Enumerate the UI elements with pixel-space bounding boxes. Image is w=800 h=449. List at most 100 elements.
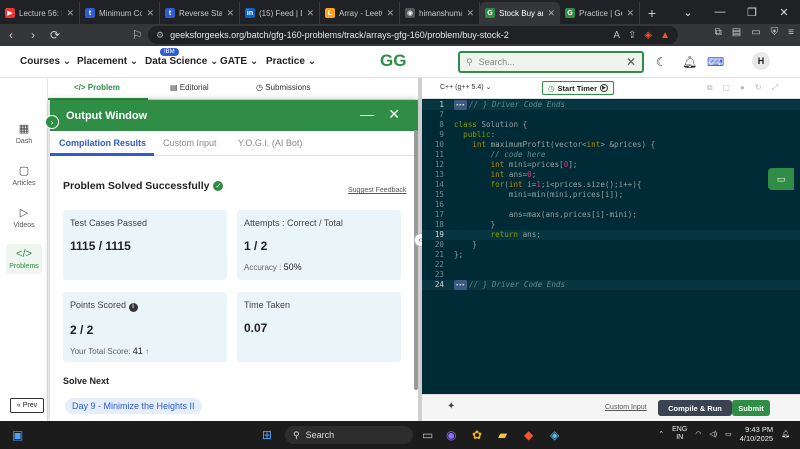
browser-tab[interactable]: G Stock Buy an ✕	[480, 2, 560, 24]
chat-app-icon[interactable]: ◉	[446, 428, 456, 442]
close-tab-icon[interactable]: ✕	[226, 8, 234, 19]
dark-mode-icon[interactable]: ☾	[656, 55, 667, 69]
close-tab-icon[interactable]: ✕	[66, 8, 74, 19]
volume-icon[interactable]: ◁)	[709, 430, 717, 438]
code-line[interactable]: 22	[422, 260, 800, 270]
tab-compilation-results[interactable]: Compilation Results	[59, 138, 146, 148]
copilot-icon[interactable]: ✿	[472, 428, 482, 442]
fullscreen-icon[interactable]: ⤢	[772, 83, 778, 93]
tab-editorial[interactable]: ▤ Editorial	[170, 83, 209, 92]
tab-custom-input[interactable]: Custom Input	[163, 138, 217, 148]
compile-run-button[interactable]: Compile & Run	[658, 400, 732, 416]
submit-button[interactable]: Submit	[732, 400, 770, 416]
prev-button[interactable]: « Prev	[10, 398, 44, 413]
nav-data-science[interactable]: Data Science ⌄	[145, 56, 218, 67]
code-line[interactable]: 18 }	[422, 220, 800, 230]
start-timer-button[interactable]: ◷ Start Timer ▶	[542, 81, 615, 95]
feedback-chat-icon[interactable]: ▭	[768, 168, 794, 190]
suggest-feedback-link[interactable]: Suggest Feedback	[348, 187, 406, 194]
new-tab-button[interactable]: +	[640, 2, 664, 24]
browser-tab[interactable]: ▶ Lecture 56: Large ✕	[0, 2, 80, 24]
vpn-icon[interactable]: ⛨	[771, 27, 779, 38]
battery-icon[interactable]: ▭	[725, 430, 732, 438]
translate-icon[interactable]: A	[613, 30, 620, 41]
tab-problem[interactable]: </> Problem	[74, 83, 120, 92]
close-tab-icon[interactable]: ✕	[547, 8, 555, 19]
site-search-input[interactable]: ⚲ Search... ✕	[458, 51, 644, 73]
close-tab-icon[interactable]: ✕	[466, 8, 474, 19]
close-tab-icon[interactable]: ✕	[626, 8, 634, 19]
clear-search-icon[interactable]: ✕	[626, 55, 642, 69]
nav-placement[interactable]: Placement ⌄	[77, 56, 138, 67]
widgets-icon[interactable]: ▣	[12, 428, 23, 442]
language-select[interactable]: C++ (g++ 5.4) ⌄	[440, 83, 491, 91]
minimize-icon[interactable]: —	[704, 6, 736, 18]
extensions-icon[interactable]: ⧉	[715, 27, 722, 38]
back-icon[interactable]: ‹	[0, 28, 22, 42]
code-line[interactable]: 14 for(int i=1;i<prices.size();i++){	[422, 180, 800, 190]
nav-courses[interactable]: Courses ⌄	[20, 56, 71, 67]
user-avatar[interactable]: H	[752, 52, 770, 70]
code-lines[interactable]: 1 ▸▸▸// } Driver Code Ends 7 8 class Solutio…	[422, 100, 800, 290]
brave-browser-icon[interactable]: ◆	[524, 428, 533, 442]
next-problem-chip[interactable]: Day 9 - Minimize the Heights II	[65, 398, 202, 414]
browser-tab[interactable]: L Array - LeetCode ✕	[320, 2, 400, 24]
code-line[interactable]: 23	[422, 270, 800, 280]
share-icon[interactable]: ⇪	[628, 30, 636, 41]
code-line[interactable]: 21};	[422, 250, 800, 260]
code-line[interactable]: 17 ans=max(ans,prices[i]-mini);	[422, 210, 800, 220]
language-icon[interactable]: ⌨	[707, 55, 724, 69]
taskbar-search[interactable]: ⚲ Search	[285, 426, 413, 444]
code-line[interactable]: 11 // code here	[422, 150, 800, 160]
code-line[interactable]: 9 public:	[422, 130, 800, 140]
chevron-up-icon[interactable]: ⌃	[658, 430, 664, 438]
reset-icon[interactable]: ↻	[755, 83, 762, 93]
wifi-icon[interactable]: ◠	[695, 430, 701, 438]
browser-tab[interactable]: G Practice | Geeksf ✕	[560, 2, 640, 24]
close-tab-icon[interactable]: ✕	[146, 8, 154, 19]
lightbulb-icon[interactable]: ✦	[447, 401, 455, 412]
sidebar-toggle-icon[interactable]: ▤	[732, 27, 741, 38]
file-explorer-icon[interactable]: ▰	[498, 428, 507, 442]
browser-tab[interactable]: t Minimum Cost T ✕	[80, 2, 160, 24]
forward-icon[interactable]: ›	[22, 28, 44, 42]
code-line[interactable]: 12 int mini=prices[0];	[422, 160, 800, 170]
reload-icon[interactable]: ⟳	[44, 28, 66, 42]
browser-tab[interactable]: ◉ himanshumaurya ✕	[400, 2, 480, 24]
minimize-output-icon[interactable]: —	[360, 106, 374, 123]
code-line[interactable]: 1 ▸▸▸// } Driver Code Ends	[422, 100, 800, 110]
code-line[interactable]: 24 ▸▸▸// } Driver Code Ends	[422, 280, 800, 290]
gfg-logo[interactable]: GG	[380, 51, 406, 71]
theme-icon[interactable]: ●	[740, 83, 745, 93]
expand-panel-icon[interactable]: ›	[45, 115, 59, 129]
info-icon[interactable]: i	[128, 302, 138, 312]
brave-shield-icon[interactable]: ◈	[644, 30, 652, 41]
code-line[interactable]: 13 int ans=0;	[422, 170, 800, 180]
site-info-icon[interactable]: ⚙	[156, 30, 164, 41]
sidebar-item-articles[interactable]: ▢ Articles	[6, 164, 42, 187]
bookmark-icon[interactable]: ⚐	[126, 28, 148, 42]
windows-start-icon[interactable]: ⊞	[262, 428, 272, 442]
code-line[interactable]: 7	[422, 110, 800, 120]
sidebar-item-dash[interactable]: ▦ Dash	[6, 122, 42, 145]
tab-yogi-bot[interactable]: Y.O.G.I. (AI Bot)	[238, 138, 302, 148]
close-tab-icon[interactable]: ✕	[386, 8, 394, 19]
code-line[interactable]: 16	[422, 200, 800, 210]
language-indicator[interactable]: ENG IN	[672, 426, 687, 442]
clock[interactable]: 9:43 PM 4/10/2025	[740, 425, 773, 443]
url-field[interactable]: ⚙ geeksforgeeks.org/batch/gfg-160-proble…	[148, 26, 678, 44]
custom-input-link[interactable]: Custom Input	[605, 404, 647, 411]
close-window-icon[interactable]: ✕	[768, 6, 800, 19]
maximize-icon[interactable]: ❐	[736, 6, 768, 19]
close-tab-icon[interactable]: ✕	[306, 8, 314, 19]
file-icon[interactable]: ▢	[722, 83, 730, 93]
nav-gate[interactable]: GATE ⌄	[220, 56, 258, 67]
sidebar-item-problems[interactable]: </> Problems	[6, 244, 42, 274]
taskbar-app-icon[interactable]: ◈	[550, 428, 559, 442]
notification-icon[interactable]: 🔔︎	[781, 430, 790, 438]
code-line[interactable]: 8 class Solution {	[422, 120, 800, 130]
notification-bell-icon[interactable]: 🔔︎	[682, 55, 697, 69]
code-line[interactable]: 15 mini=min(mini,prices[i]);	[422, 190, 800, 200]
close-output-icon[interactable]: ✕	[388, 106, 400, 123]
tab-submissions[interactable]: ◷ Submissions	[256, 83, 311, 92]
